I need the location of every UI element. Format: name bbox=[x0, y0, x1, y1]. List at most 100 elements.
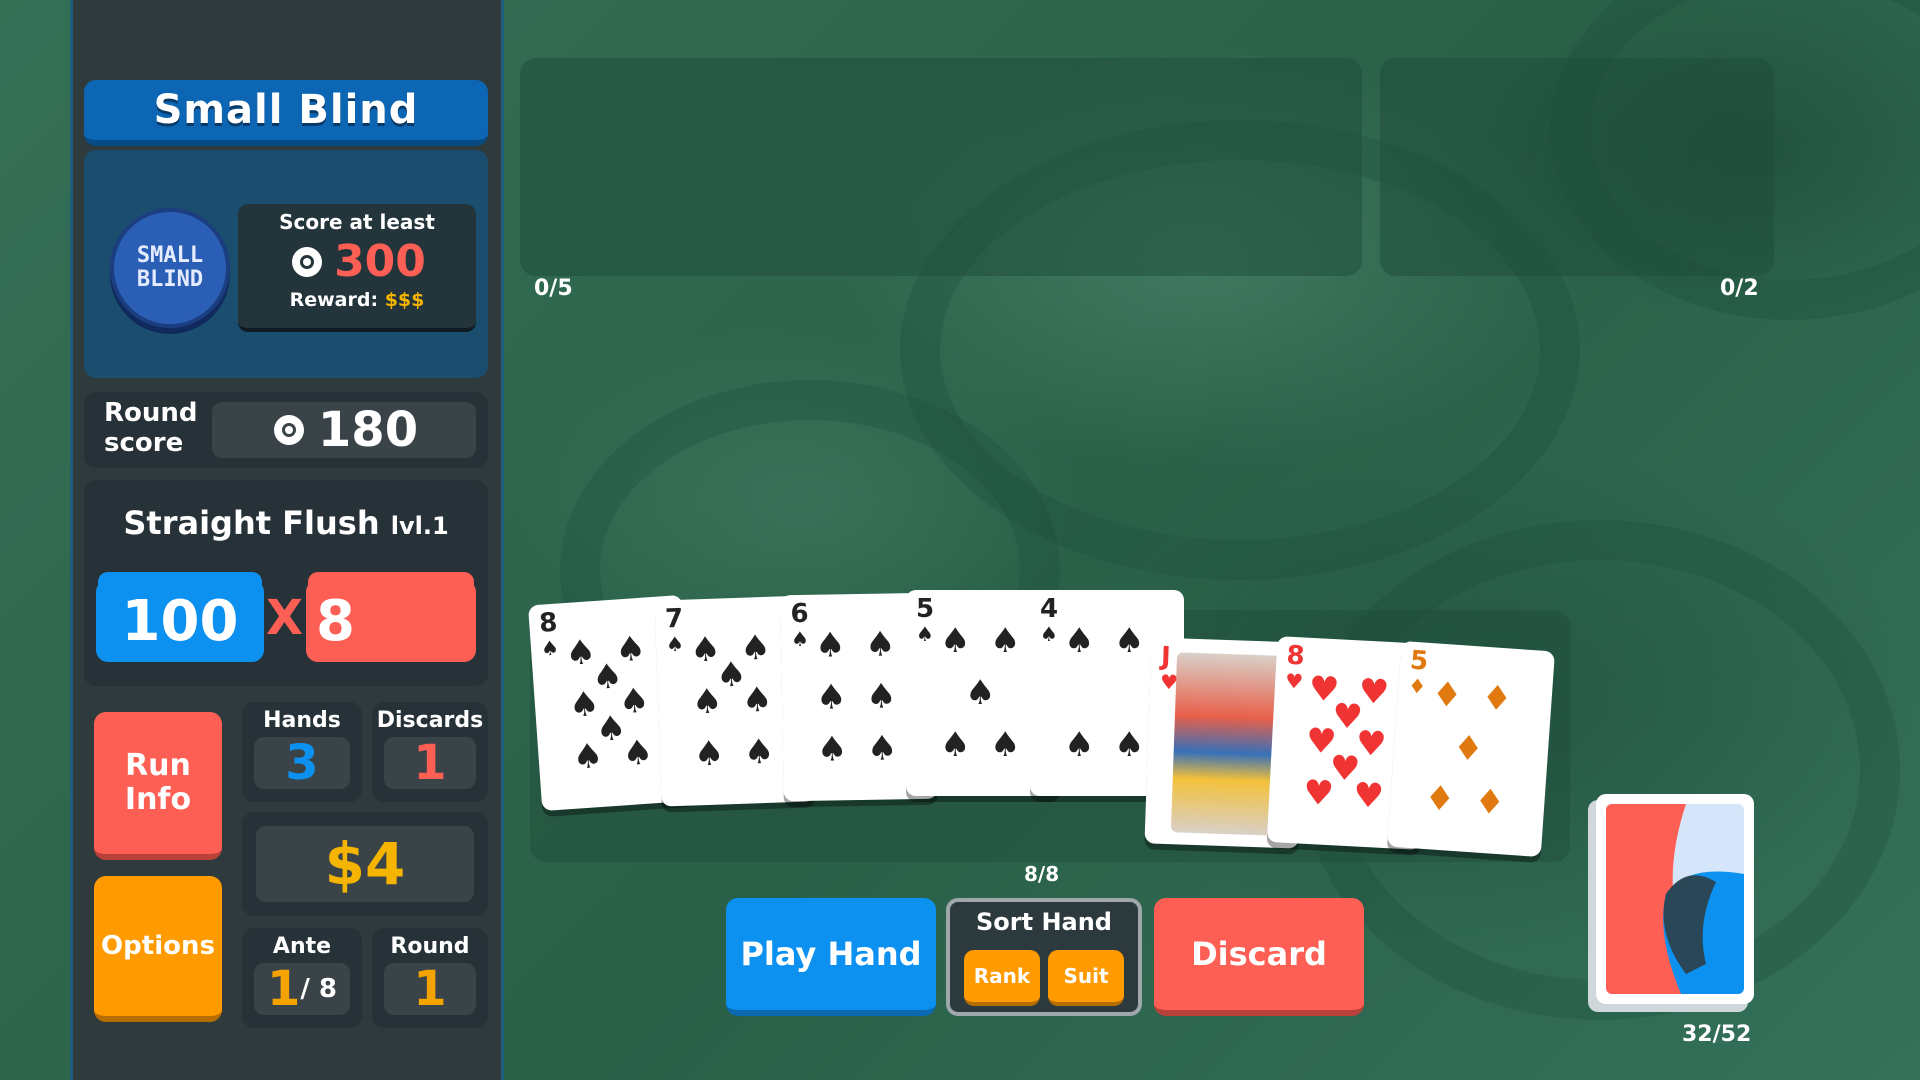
hand-size-count: 8/8 bbox=[1024, 862, 1060, 886]
card-suit-icon: ♥ bbox=[1159, 669, 1179, 695]
card-pip-icon: ♠ bbox=[571, 735, 605, 778]
chips-value-box: 100 bbox=[96, 580, 264, 662]
card-pip-icon: ♠ bbox=[1114, 621, 1145, 661]
hand-type-label: Straight Flush bbox=[123, 504, 380, 542]
options-button[interactable]: Options bbox=[94, 876, 222, 1022]
card-pip-icon: ♠ bbox=[1064, 621, 1095, 661]
card-rank: 8 bbox=[1285, 640, 1306, 672]
card-pip-icon: ♦ bbox=[1451, 727, 1485, 770]
card-pip-icon: ♠ bbox=[865, 676, 897, 717]
chip-icon bbox=[292, 246, 323, 277]
hand-type-level: lvl.1 bbox=[390, 512, 449, 540]
hand-type-name: Straight Flush lvl.1 bbox=[84, 504, 488, 542]
card-pip-icon: ♠ bbox=[816, 729, 848, 770]
discards-stat: Discards 1 bbox=[372, 702, 488, 802]
sort-hand-panel: Sort Hand Rank Suit bbox=[946, 898, 1142, 1016]
card-suit-icon: ♠ bbox=[916, 622, 934, 646]
card-pip-icon: ♠ bbox=[1114, 725, 1145, 765]
sort-suit-button[interactable]: Suit bbox=[1048, 950, 1124, 1006]
card-pip-icon: ♠ bbox=[866, 728, 898, 769]
card-pip-icon: ♦ bbox=[1472, 781, 1507, 824]
sort-hand-label: Sort Hand bbox=[976, 908, 1112, 936]
round-score-label: Round score bbox=[104, 398, 198, 458]
blind-info-panel: SMALL BLIND Score at least 300 Reward: $… bbox=[84, 150, 488, 378]
reward-label: Reward: bbox=[289, 289, 379, 311]
joker-count: 0/5 bbox=[534, 276, 573, 301]
card-pip-icon: ♠ bbox=[990, 725, 1021, 765]
card-pip-icon: ♠ bbox=[741, 679, 774, 721]
blind-chip-text-1: SMALL bbox=[136, 243, 204, 268]
multiply-sign: X bbox=[266, 590, 304, 646]
card-rank: 4 bbox=[1040, 594, 1059, 624]
round-label: Round bbox=[390, 934, 470, 959]
sort-rank-button[interactable]: Rank bbox=[964, 950, 1040, 1006]
consumable-count: 0/2 bbox=[1720, 276, 1759, 301]
card-pip-icon: ♠ bbox=[864, 624, 896, 665]
joker-slots bbox=[520, 58, 1362, 276]
round-score-value: 180 bbox=[317, 402, 419, 458]
card-pip-icon: ♠ bbox=[815, 677, 847, 718]
score-at-least-label: Score at least bbox=[279, 210, 435, 234]
card-pip-icon: ♥ bbox=[1302, 772, 1335, 815]
round-score-panel: Round score 180 bbox=[84, 392, 488, 468]
deck-back-art-icon bbox=[1606, 804, 1744, 994]
round-label-line2: score bbox=[104, 428, 184, 458]
hands-stat: Hands 3 bbox=[242, 702, 362, 802]
card-rank: 8 bbox=[538, 607, 559, 639]
card-pip-icon: ♦ bbox=[1480, 677, 1514, 720]
deck[interactable] bbox=[1596, 794, 1754, 1004]
card-rank: 6 bbox=[790, 598, 809, 630]
card-pip-icon: ♠ bbox=[1064, 725, 1095, 765]
money-value: $4 bbox=[256, 826, 474, 902]
mult-value: 8 bbox=[316, 588, 355, 654]
play-hand-button[interactable]: Play Hand bbox=[726, 898, 936, 1016]
card-pip-icon: ♠ bbox=[743, 731, 775, 773]
round-value: 1 bbox=[383, 961, 477, 1017]
discard-button[interactable]: Discard bbox=[1154, 898, 1364, 1016]
card-suit-icon: ♦ bbox=[1407, 673, 1428, 699]
card-suit-icon: ♠ bbox=[665, 631, 685, 657]
card-suit-icon: ♥ bbox=[1284, 668, 1304, 694]
card-suit-icon: ♠ bbox=[1040, 622, 1058, 646]
reward-line: Reward: $$$ bbox=[238, 289, 476, 311]
card-pip-icon: ♠ bbox=[621, 732, 655, 775]
card-pip-icon: ♠ bbox=[814, 625, 846, 666]
card-pip-icon: ♥ bbox=[1352, 775, 1385, 817]
card-suit-icon: ♠ bbox=[540, 635, 560, 661]
reward-value: $$$ bbox=[384, 289, 425, 311]
target-score-box: Score at least 300 Reward: $$$ bbox=[238, 204, 476, 332]
run-info-button[interactable]: Run Info bbox=[94, 712, 222, 860]
card-pip-icon: ♠ bbox=[940, 725, 971, 765]
round-stat: Round 1 bbox=[372, 928, 488, 1028]
card-pip-icon: ♦ bbox=[1423, 777, 1457, 820]
ante-stat: Ante 1 / 8 bbox=[242, 928, 362, 1028]
card-pip-icon: ♦ bbox=[1430, 674, 1464, 717]
ante-max: / 8 bbox=[300, 974, 338, 1004]
hands-value: 3 bbox=[254, 735, 350, 791]
target-score: 300 bbox=[238, 236, 476, 287]
blind-chip-text-2: BLIND bbox=[136, 267, 204, 292]
ante-label: Ante bbox=[272, 934, 332, 959]
chip-icon bbox=[273, 415, 304, 445]
playing-card[interactable]: 5 ♦ ♦ ♦ ♦ ♦ ♦ bbox=[1387, 640, 1555, 858]
card-rank: J bbox=[1160, 641, 1172, 673]
hands-label: Hands bbox=[263, 708, 341, 733]
discards-value: 1 bbox=[383, 735, 477, 791]
card-pip-icon: ♠ bbox=[990, 621, 1021, 661]
card-suit-icon: ♠ bbox=[790, 626, 810, 652]
money-box: $4 bbox=[242, 812, 488, 916]
chips-value: 100 bbox=[121, 588, 239, 654]
round-score-value-box: 180 bbox=[212, 402, 476, 458]
consumable-slots bbox=[1380, 58, 1774, 276]
sidebar: Small Blind SMALL BLIND Score at least 3… bbox=[70, 0, 504, 1080]
blind-title: Small Blind bbox=[84, 80, 488, 146]
mult-value-box: 8 bbox=[306, 580, 476, 662]
small-blind-chip-icon: SMALL BLIND bbox=[110, 208, 230, 328]
discards-label: Discards bbox=[376, 708, 484, 733]
card-pip-icon: ♠ bbox=[691, 681, 724, 723]
ante-value-box: 1 / 8 bbox=[254, 961, 350, 1017]
ante-value: 1 bbox=[266, 961, 301, 1017]
round-label-line1: Round bbox=[104, 398, 198, 428]
card-rank: 5 bbox=[1408, 645, 1430, 677]
card-pip-icon: ♠ bbox=[940, 621, 971, 661]
